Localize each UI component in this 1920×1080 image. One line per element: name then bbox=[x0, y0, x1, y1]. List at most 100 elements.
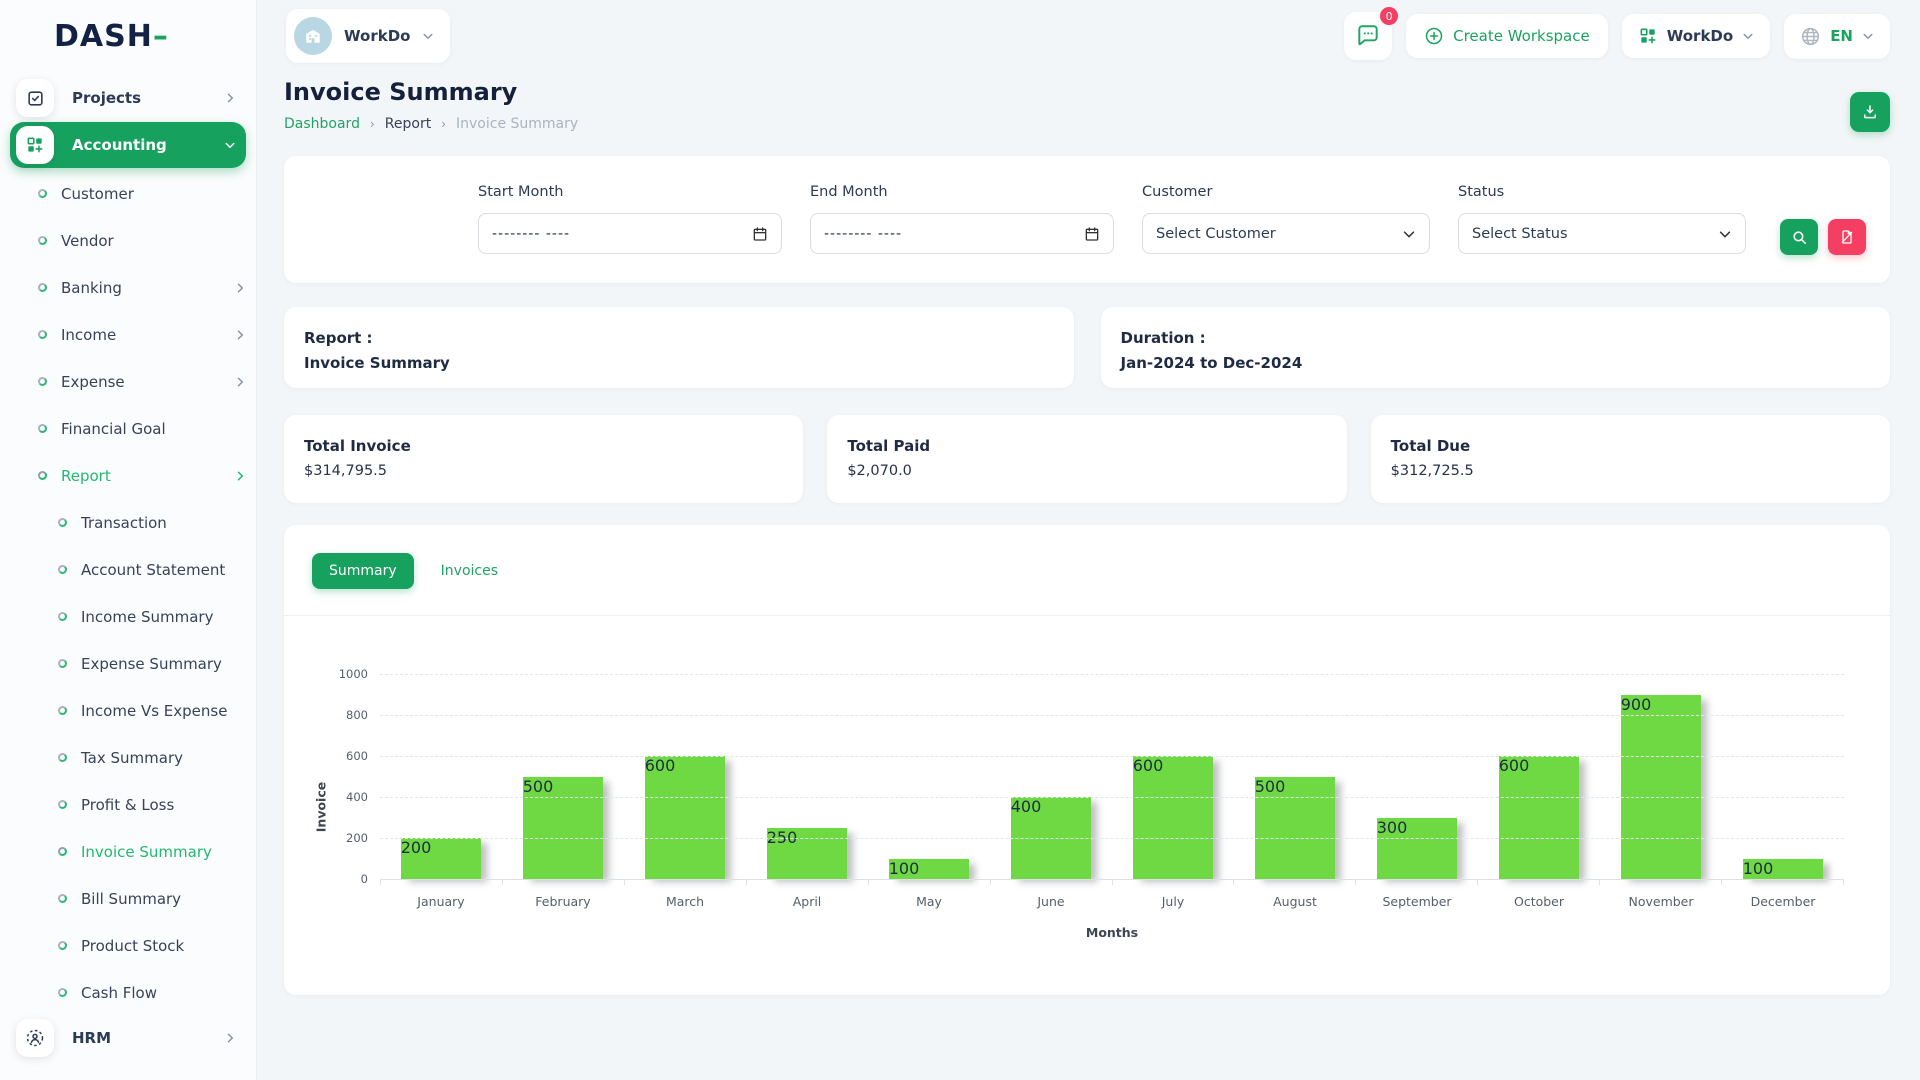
sidebar-item-bill-summary[interactable]: Bill Summary bbox=[10, 875, 246, 922]
y-tick-label: 0 bbox=[361, 872, 368, 886]
bullet-icon bbox=[58, 612, 67, 621]
divider bbox=[284, 615, 1890, 616]
chevron-right-icon bbox=[234, 282, 246, 294]
bar-september[interactable]: 300 bbox=[1377, 818, 1458, 880]
sidebar-nav: ProjectsAccountingCustomerVendorBankingI… bbox=[0, 72, 256, 1080]
bullet-icon bbox=[38, 377, 47, 386]
start-month-label: Start Month bbox=[478, 184, 782, 200]
reset-filter-button[interactable] bbox=[1828, 219, 1866, 255]
start-month-input[interactable]: -------- ---- bbox=[478, 213, 782, 254]
sidebar-item-expense-summary[interactable]: Expense Summary bbox=[10, 640, 246, 687]
sidebar-item-report[interactable]: Report bbox=[10, 452, 246, 499]
sidebar-item-customer[interactable]: Customer bbox=[10, 170, 246, 217]
sidebar-item-income[interactable]: Income bbox=[10, 311, 246, 358]
bar-march[interactable]: 600 bbox=[645, 756, 726, 879]
sidebar-item-income-summary[interactable]: Income Summary bbox=[10, 593, 246, 640]
create-workspace-button[interactable]: Create Workspace bbox=[1406, 14, 1608, 58]
sidebar-item-account-statement[interactable]: Account Statement bbox=[10, 546, 246, 593]
sidebar-item-transaction[interactable]: Transaction bbox=[10, 499, 246, 546]
bar-october[interactable]: 600 bbox=[1499, 756, 1580, 879]
status-label: Status bbox=[1458, 184, 1746, 200]
bar-may[interactable]: 100 bbox=[889, 859, 970, 880]
axis-tick bbox=[747, 880, 869, 885]
end-month-label: End Month bbox=[810, 184, 1114, 200]
bar-july[interactable]: 600 bbox=[1133, 756, 1214, 879]
end-month-input[interactable]: -------- ---- bbox=[810, 213, 1114, 254]
customer-select[interactable]: Select Customer bbox=[1142, 213, 1430, 254]
gridline bbox=[380, 838, 1844, 839]
sidebar-section-label: HRM bbox=[72, 1029, 224, 1047]
stat-label: Total Invoice bbox=[304, 437, 783, 455]
breadcrumb-dashboard[interactable]: Dashboard bbox=[284, 116, 360, 132]
chevron-right-icon bbox=[234, 470, 246, 482]
tab-summary[interactable]: Summary bbox=[312, 553, 414, 589]
customer-label: Customer bbox=[1142, 184, 1430, 200]
x-tick-label: November bbox=[1600, 894, 1722, 909]
stat-label: Total Due bbox=[1391, 437, 1870, 455]
bar-august[interactable]: 500 bbox=[1255, 777, 1336, 880]
bar-cell: 600 bbox=[1112, 674, 1234, 879]
status-select[interactable]: Select Status bbox=[1458, 213, 1746, 254]
tab-invoices[interactable]: Invoices bbox=[424, 553, 515, 589]
axis-tick bbox=[625, 880, 747, 885]
status-select-value: Select Status bbox=[1472, 226, 1718, 242]
y-tick-label: 1000 bbox=[339, 667, 368, 681]
bullet-icon bbox=[58, 894, 67, 903]
y-tick-label: 800 bbox=[346, 708, 368, 722]
sidebar-item-product-stock[interactable]: Product Stock bbox=[10, 922, 246, 969]
sidebar-item-expense[interactable]: Expense bbox=[10, 358, 246, 405]
sidebar-item-profit-loss[interactable]: Profit & Loss bbox=[10, 781, 246, 828]
sidebar-item-income-vs-expense[interactable]: Income Vs Expense bbox=[10, 687, 246, 734]
bullet-icon bbox=[58, 706, 67, 715]
bar-cell: 300 bbox=[1356, 674, 1478, 879]
stat-value: $314,795.5 bbox=[304, 463, 783, 479]
x-tick-label: October bbox=[1478, 894, 1600, 909]
sidebar-item-projects[interactable]: Projects bbox=[10, 76, 246, 120]
sidebar-item-financial-goal[interactable]: Financial Goal bbox=[10, 405, 246, 452]
apply-filter-button[interactable] bbox=[1780, 219, 1818, 255]
messages-button[interactable]: 0 bbox=[1344, 12, 1392, 60]
company-menu-button[interactable]: WorkDo bbox=[1622, 14, 1770, 58]
sidebar-item-tax-summary[interactable]: Tax Summary bbox=[10, 734, 246, 781]
bullet-icon bbox=[58, 800, 67, 809]
language-code: EN bbox=[1830, 27, 1853, 45]
checkbox-icon bbox=[16, 79, 54, 117]
dash-logo[interactable]: DASH– bbox=[54, 19, 169, 54]
breadcrumb-report[interactable]: Report bbox=[385, 116, 431, 132]
topbar: WorkDo 0 Create Workspace WorkDo bbox=[256, 0, 1920, 72]
y-tick-label: 400 bbox=[346, 790, 368, 804]
bar-cell: 100 bbox=[1722, 674, 1844, 879]
bar-december[interactable]: 100 bbox=[1743, 859, 1824, 880]
language-selector[interactable]: EN bbox=[1784, 14, 1890, 59]
x-tick-label: December bbox=[1722, 894, 1844, 909]
duration-value: Jan-2024 to Dec-2024 bbox=[1121, 354, 1871, 372]
sidebar-item-cash-flow[interactable]: Cash Flow bbox=[10, 969, 246, 1016]
app-root: DASH– ProjectsAccountingCustomerVendorBa… bbox=[0, 0, 1920, 1080]
sidebar-item-accounting[interactable]: Accounting bbox=[10, 122, 246, 168]
axis-tick bbox=[869, 880, 991, 885]
workspace-switcher[interactable]: WorkDo bbox=[286, 9, 450, 63]
sidebar-item-hrm[interactable]: HRM bbox=[10, 1016, 246, 1060]
bullet-icon bbox=[58, 659, 67, 668]
sidebar-item-invoice-summary[interactable]: Invoice Summary bbox=[10, 828, 246, 875]
bar-april[interactable]: 250 bbox=[767, 828, 848, 879]
sidebar-item-banking[interactable]: Banking bbox=[10, 264, 246, 311]
download-button[interactable] bbox=[1850, 92, 1890, 132]
chevron-right-icon bbox=[224, 1032, 236, 1044]
chevron-right-icon: › bbox=[441, 117, 446, 131]
bar-cell: 600 bbox=[1478, 674, 1600, 879]
bullet-icon bbox=[58, 988, 67, 997]
axis-tick bbox=[503, 880, 625, 885]
sidebar-item-vendor[interactable]: Vendor bbox=[10, 217, 246, 264]
bar-february[interactable]: 500 bbox=[523, 777, 604, 880]
chart-bars: 200500600250100400600500300600900100 bbox=[380, 674, 1844, 879]
bullet-icon bbox=[58, 565, 67, 574]
status-group: Status Select Status bbox=[1458, 184, 1746, 254]
bar-january[interactable]: 200 bbox=[401, 838, 482, 879]
y-axis-title: Invoice bbox=[314, 782, 329, 832]
plus-circle-icon bbox=[1424, 26, 1444, 46]
sidebar-item-label: Expense bbox=[61, 373, 234, 391]
bar-november[interactable]: 900 bbox=[1621, 695, 1702, 880]
bullet-icon bbox=[38, 330, 47, 339]
axis-tick bbox=[1356, 880, 1478, 885]
